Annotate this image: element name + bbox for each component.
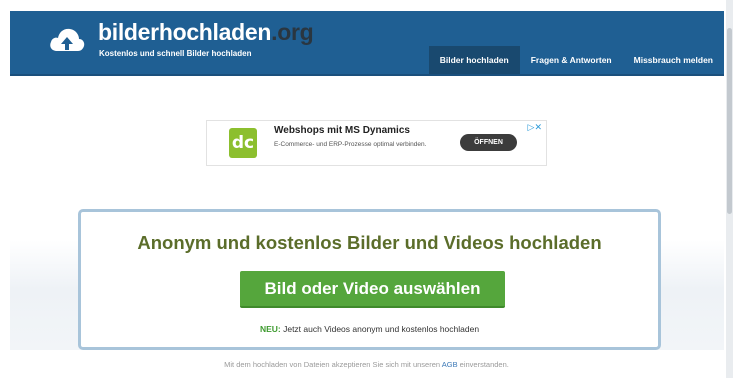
cloud-upload-icon[interactable] <box>48 25 86 55</box>
upload-note: NEU: Jetzt auch Videos anonym und kosten… <box>81 324 658 334</box>
brand-tld: .org <box>271 19 314 45</box>
upload-panel: Anonym und kostenlos Bilder und Videos h… <box>78 209 661 350</box>
brand-main: bilderhochladen <box>98 19 272 45</box>
nav-missbrauch-melden[interactable]: Missbrauch melden <box>623 46 724 74</box>
site-header: bilderhochladen.org Kostenlos und schnel… <box>10 11 724 76</box>
terms-note: Mit dem hochladen von Dateien akzeptiere… <box>0 360 733 369</box>
ad-title[interactable]: Webshops mit MS Dynamics <box>274 125 410 136</box>
site-tagline: Kostenlos und schnell Bilder hochladen <box>99 49 252 58</box>
ad-description: E-Commerce- und ERP-Prozesse optimal ver… <box>274 141 427 148</box>
agb-link[interactable]: AGB <box>442 360 458 369</box>
main-nav: Bilder hochladen Fragen & Antworten Miss… <box>428 46 724 74</box>
select-file-button[interactable]: Bild oder Video auswählen <box>240 271 505 308</box>
terms-text-before: Mit dem hochladen von Dateien akzeptiere… <box>224 360 442 369</box>
ad-banner[interactable]: dc Webshops mit MS Dynamics E-Commerce- … <box>206 120 547 166</box>
scrollbar-thumb[interactable] <box>727 28 732 214</box>
nav-bilder-hochladen[interactable]: Bilder hochladen <box>428 46 520 74</box>
upload-headline: Anonym und kostenlos Bilder und Videos h… <box>137 232 602 253</box>
adchoices-icon[interactable]: ▷✕ <box>528 122 542 133</box>
ad-open-button[interactable]: ÖFFNEN <box>460 134 517 151</box>
ad-logo[interactable]: dc <box>229 128 257 158</box>
new-badge: NEU: <box>259 324 281 334</box>
nav-fragen-antworten[interactable]: Fragen & Antworten <box>520 46 623 74</box>
note-text: Jetzt auch Videos anonym und kostenlos h… <box>280 324 480 334</box>
site-brand[interactable]: bilderhochladen.org <box>98 19 314 46</box>
terms-text-after: einverstanden. <box>457 360 509 369</box>
page-scrollbar[interactable] <box>726 0 733 378</box>
